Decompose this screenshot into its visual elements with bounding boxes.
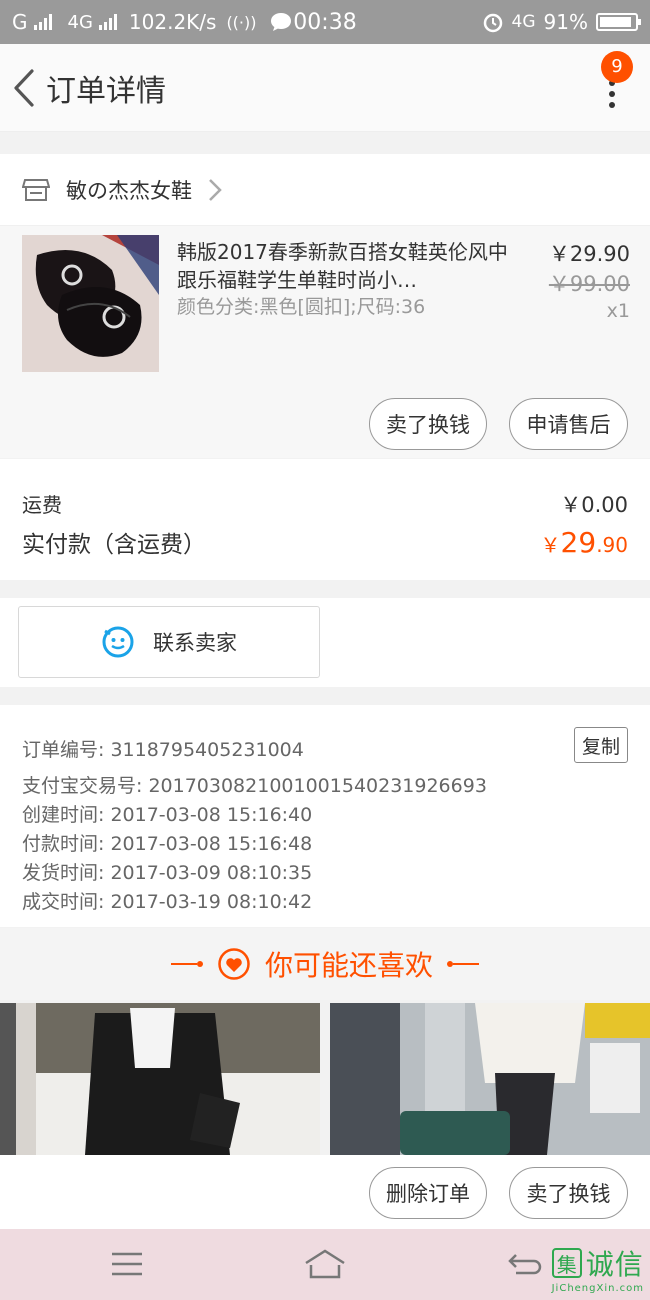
copy-button[interactable]: 复制 (574, 727, 628, 763)
fee-summary: 运费 ￥0.00 实付款（含运费） ￥29.90 (0, 459, 650, 580)
paid-currency: ￥ (540, 533, 561, 557)
page-title: 订单详情 (46, 73, 166, 109)
paid-time: 付款时间: 2017-03-08 15:16:48 (22, 833, 313, 855)
heart-icon (218, 948, 250, 980)
delete-order-button[interactable]: 删除订单 (369, 1167, 487, 1219)
paid-int: 29 (560, 526, 597, 559)
order-number: 订单编号: 3118795405231004 (22, 739, 304, 761)
chat-bubble-icon (102, 626, 134, 658)
clock: 00:38 (293, 9, 357, 35)
contact-seller-label: 联系卖家 (153, 631, 237, 655)
shop-name: 敏の杰杰女鞋 (66, 178, 192, 203)
product-image[interactable] (22, 235, 159, 372)
product-price: ￥29.90 (548, 242, 630, 266)
watermark-text: 诚信 (585, 1248, 644, 1281)
recommend-title: 你可能还喜欢 (264, 949, 433, 982)
shipping-value: ￥0.00 (560, 493, 628, 517)
product-item[interactable]: 韩版2017春季新款百搭女鞋英伦风中跟乐福鞋学生单鞋时尚小… 颜色分类:黑色[圆… (0, 226, 650, 458)
chevron-right-icon (209, 178, 222, 201)
divider-right (447, 961, 479, 967)
paid-label: 实付款（含运费） (22, 532, 206, 558)
back-nav-icon[interactable] (506, 1251, 542, 1279)
chevron-left-icon (14, 68, 34, 107)
contact-seller-button[interactable]: 联系卖家 (18, 606, 320, 678)
watermark-logo: 集 (551, 1248, 582, 1278)
completed-time: 成交时间: 2017-03-19 08:10:42 (22, 891, 313, 913)
order-info: 订单编号: 3118795405231004 复制 支付宝交易号: 201703… (0, 705, 650, 927)
resell-button-bottom[interactable]: 卖了换钱 (509, 1167, 628, 1219)
paid-amount: ￥29.90 (541, 526, 628, 559)
recommend-item-1[interactable] (0, 1003, 320, 1155)
divider-left (170, 961, 203, 967)
resell-button[interactable]: 卖了换钱 (369, 398, 487, 450)
bottom-action-bar: 删除订单 卖了换钱 (0, 1155, 650, 1229)
menu-icon[interactable] (111, 1251, 143, 1277)
watermark-url: JiChengXin.com (551, 1283, 644, 1294)
shop-header[interactable]: 敏の杰杰女鞋 (0, 154, 650, 226)
recommend-header: 你可能还喜欢 (0, 928, 650, 1000)
after-sales-button[interactable]: 申请售后 (509, 398, 628, 450)
shipped-time: 发货时间: 2017-03-09 08:10:35 (22, 862, 313, 884)
status-bar: G 4G 102.2K/s ((·)) 00:38 4G 91% (0, 0, 650, 44)
shipping-label: 运费 (22, 493, 62, 517)
home-icon[interactable] (304, 1249, 346, 1279)
created-time: 创建时间: 2017-03-08 15:16:40 (22, 804, 313, 826)
notification-badge: 9 (601, 51, 633, 83)
system-nav-bar: 集 诚信 JiChengXin.com (0, 1229, 650, 1300)
nav-bar: 订单详情 9 (0, 44, 650, 132)
product-quantity: x1 (606, 300, 630, 322)
alipay-trade-number: 支付宝交易号: 2017030821001001540231926693 (22, 775, 487, 797)
recommend-item-2[interactable] (330, 1003, 650, 1155)
back-button[interactable] (2, 44, 46, 132)
product-title: 韩版2017春季新款百搭女鞋英伦风中跟乐福鞋学生单鞋时尚小… (177, 240, 508, 292)
product-original-price: ￥99.00 (548, 272, 630, 296)
contact-section: 联系卖家 (0, 598, 650, 687)
product-sku: 颜色分类:黑色[圆扣];尺码:36 (177, 296, 426, 318)
battery-icon (596, 13, 641, 31)
paid-dec: .90 (596, 533, 628, 557)
watermark: 集 诚信 JiChengXin.com (552, 1243, 644, 1294)
store-icon (22, 178, 50, 201)
